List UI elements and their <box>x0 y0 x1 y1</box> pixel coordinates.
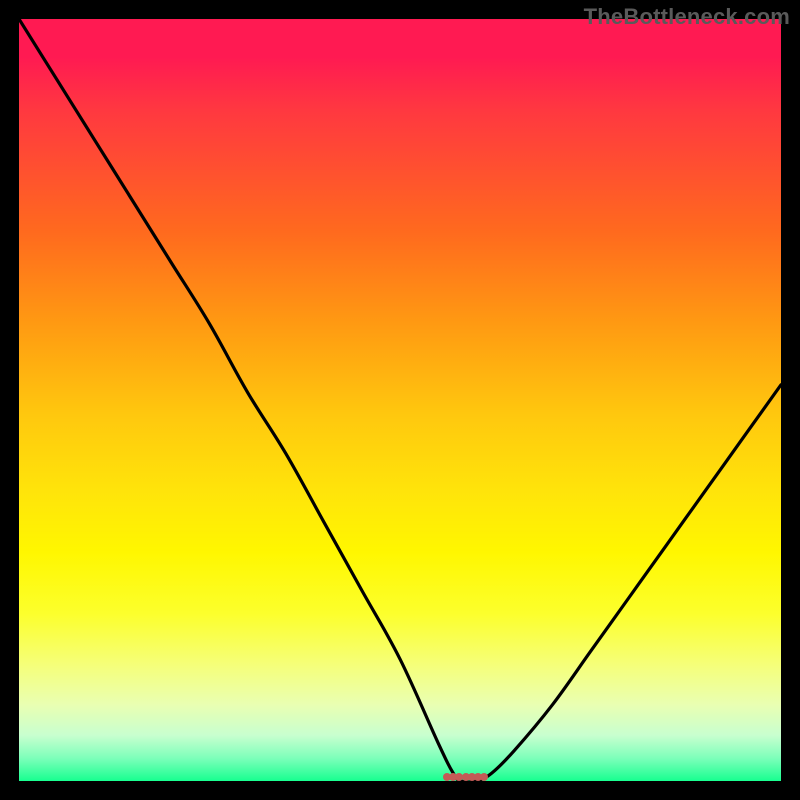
bottleneck-curve <box>19 19 781 781</box>
plot-area <box>19 19 781 781</box>
marker-dot <box>480 773 488 781</box>
chart-frame: TheBottleneck.com <box>0 0 800 800</box>
watermark-text: TheBottleneck.com <box>584 4 790 30</box>
